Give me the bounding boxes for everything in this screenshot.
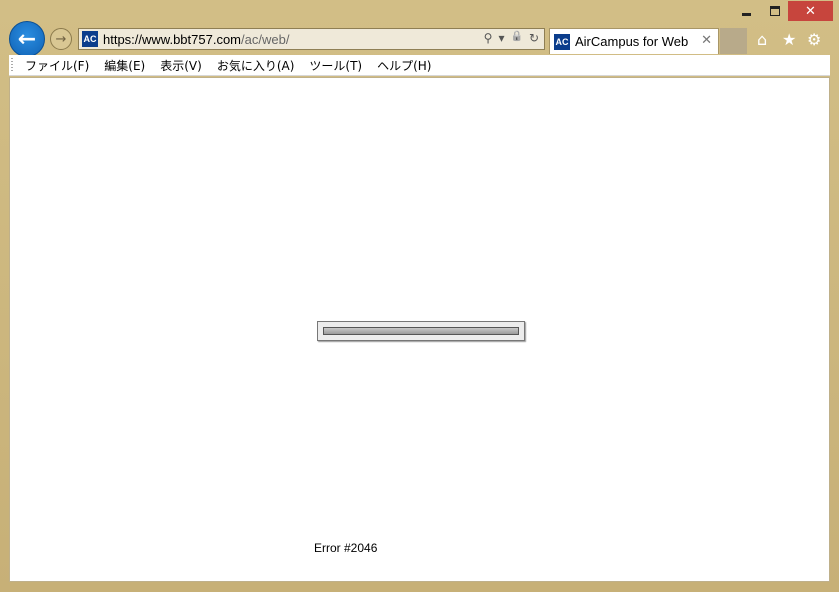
gear-icon: ⚙	[807, 29, 822, 49]
maximize-icon	[769, 6, 780, 16]
address-url[interactable]: https://www.bbt757.com/ac/web/	[103, 32, 289, 47]
menu-item-file[interactable]: ファイル(F)	[25, 57, 89, 74]
star-icon: ★	[782, 29, 797, 49]
refresh-icon[interactable]: ↻	[529, 31, 539, 45]
home-icon: ⌂	[757, 29, 768, 49]
menu-bar: ファイル(F) 編集(E) 表示(V) お気に入り(A) ツール(T) ヘルプ(…	[9, 55, 830, 76]
minimize-icon	[741, 12, 751, 16]
loading-progress-bar	[317, 321, 525, 341]
progress-track	[323, 327, 519, 335]
address-icons: ⚲ ▾ 🔒 ↻	[484, 31, 539, 45]
forward-button[interactable]: →	[50, 28, 72, 50]
tab-aircampus[interactable]: AC AirCampus for Web ✕	[549, 28, 719, 54]
menu-grip	[11, 57, 13, 73]
page-content: Error #2046	[9, 77, 830, 582]
menu-item-help[interactable]: ヘルプ(H)	[377, 57, 431, 74]
new-tab-button[interactable]	[720, 28, 747, 54]
url-path: /ac/web/	[241, 31, 290, 47]
back-arrow-icon: ←	[17, 26, 37, 52]
menu-item-tools[interactable]: ツール(T)	[309, 57, 362, 74]
lock-icon[interactable]: 🔒	[510, 31, 522, 45]
back-button[interactable]: ←	[9, 21, 45, 57]
tab-close-icon[interactable]: ✕	[701, 33, 712, 48]
minimize-button[interactable]	[731, 1, 761, 21]
address-bar[interactable]: AC https://www.bbt757.com/ac/web/ ⚲ ▾ 🔒 …	[78, 28, 545, 50]
error-message: Error #2046	[314, 541, 378, 555]
home-button[interactable]: ⌂	[757, 29, 767, 49]
menu-item-favorites[interactable]: お気に入り(A)	[217, 57, 295, 74]
close-icon: ✕	[805, 3, 816, 19]
close-button[interactable]: ✕	[788, 1, 833, 21]
favorites-button[interactable]: ★	[782, 29, 796, 49]
site-favicon: AC	[82, 31, 98, 47]
forward-arrow-icon: →	[55, 31, 67, 47]
menu-item-view[interactable]: 表示(V)	[160, 57, 202, 74]
tab-label: AirCampus for Web	[575, 34, 689, 49]
maximize-button[interactable]	[761, 1, 788, 21]
tab-favicon: AC	[554, 33, 570, 50]
search-icon[interactable]: ⚲	[484, 31, 493, 45]
settings-button[interactable]: ⚙	[807, 29, 821, 49]
url-host: https://www.bbt757.com	[103, 31, 242, 47]
progress-fill	[324, 328, 518, 334]
menu-item-edit[interactable]: 編集(E)	[104, 57, 145, 74]
dropdown-icon[interactable]: ▾	[498, 31, 504, 45]
